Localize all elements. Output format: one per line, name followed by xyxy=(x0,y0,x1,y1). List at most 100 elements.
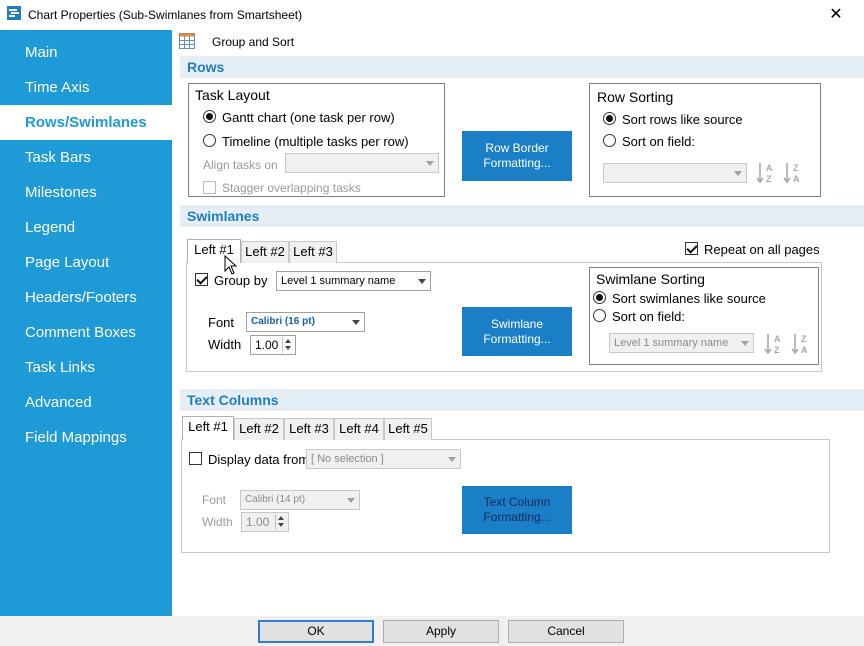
cancel-button[interactable]: Cancel xyxy=(508,620,624,643)
mouse-cursor-icon xyxy=(224,255,238,275)
close-icon[interactable]: ✕ xyxy=(826,4,846,24)
toolbar: Group and Sort xyxy=(172,30,864,54)
swimlane-font-label: Font xyxy=(208,315,235,330)
task-layout-title: Task Layout xyxy=(193,87,272,103)
swimlane-width-stepper[interactable]: 1.00 xyxy=(250,335,296,355)
chevron-down-icon xyxy=(741,341,749,346)
stepper-buttons[interactable] xyxy=(275,514,287,530)
sort-rows-like-source-radio[interactable] xyxy=(603,112,616,125)
swimlane-tab-left-2[interactable]: Left #2 xyxy=(241,241,289,263)
stepper-buttons[interactable] xyxy=(282,337,294,353)
sidebar-item-page-layout[interactable]: Page Layout xyxy=(0,245,172,280)
sidebar-item-label: Comment Boxes xyxy=(25,324,136,341)
svg-text:Z: Z xyxy=(774,345,780,355)
sidebar-item-label: Milestones xyxy=(25,184,97,201)
app-icon xyxy=(7,6,21,20)
sort-swimlanes-on-field-radio[interactable] xyxy=(593,309,606,322)
sidebar-item-milestones[interactable]: Milestones xyxy=(0,175,172,210)
sort-ascending-icon[interactable]: AZ xyxy=(756,161,776,185)
sidebar-item-headers-footers[interactable]: Headers/Footers xyxy=(0,280,172,315)
sidebar-item-label: Page Layout xyxy=(25,254,110,271)
sidebar-item-rows-swimlanes[interactable]: Rows/Swimlanes xyxy=(0,105,172,140)
sidebar-item-advanced[interactable]: Advanced xyxy=(0,385,172,420)
sidebar-item-field-mappings[interactable]: Field Mappings xyxy=(0,420,172,455)
text-col-font-value: Calibri (14 pt) xyxy=(245,494,306,505)
chevron-down-icon xyxy=(352,320,360,325)
group-by-select[interactable]: Level 1 summary name xyxy=(276,271,431,291)
swimlane-width-value: 1.00 xyxy=(255,338,279,352)
sidebar-item-task-links[interactable]: Task Links xyxy=(0,350,172,385)
text-column-formatting-button[interactable]: Text Column Formatting... xyxy=(462,486,572,534)
chevron-down-icon xyxy=(734,171,742,176)
row-sort-field-select[interactable] xyxy=(603,163,747,183)
sort-rows-on-field-label: Sort on field: xyxy=(622,134,695,149)
display-data-from-label: Display data from xyxy=(208,452,310,467)
tab-label: Left #1 xyxy=(188,419,228,434)
sidebar-item-comment-boxes[interactable]: Comment Boxes xyxy=(0,315,172,350)
title-bar: Chart Properties (Sub-Swimlanes from Sma… xyxy=(0,0,864,30)
gantt-radio[interactable] xyxy=(203,110,216,123)
swimlane-sort-field-select[interactable]: Level 1 summary name xyxy=(609,333,754,353)
sidebar-item-label: Rows/Swimlanes xyxy=(25,114,147,131)
svg-text:Z: Z xyxy=(766,174,772,184)
repeat-on-all-pages-checkbox[interactable] xyxy=(685,242,698,255)
sidebar-item-main[interactable]: Main xyxy=(0,35,172,70)
text-col-tab-left-4[interactable]: Left #4 xyxy=(334,418,384,440)
grid-icon[interactable] xyxy=(179,33,195,49)
timeline-radio[interactable] xyxy=(203,134,216,147)
chevron-down-icon xyxy=(418,279,426,284)
sort-swimlanes-like-source-radio[interactable] xyxy=(593,291,606,304)
text-col-width-stepper[interactable]: 1.00 xyxy=(241,512,289,532)
swimlane-formatting-button[interactable]: Swimlane Formatting... xyxy=(462,307,572,356)
swimlane-font-select[interactable]: Calibri (16 pt) xyxy=(246,312,365,332)
swimlane-width-label: Width xyxy=(208,337,242,352)
sort-rows-on-field-radio[interactable] xyxy=(603,134,616,147)
align-tasks-select[interactable] xyxy=(285,153,439,173)
row-sorting-title: Row Sorting xyxy=(595,89,676,105)
group-by-checkbox[interactable] xyxy=(195,273,208,286)
svg-text:A: A xyxy=(801,345,808,355)
swimlane-sort-field-value: Level 1 summary name xyxy=(614,337,729,349)
sidebar-item-legend[interactable]: Legend xyxy=(0,210,172,245)
tab-label: Left #4 xyxy=(339,421,379,436)
sidebar-item-label: Legend xyxy=(25,219,76,236)
svg-text:A: A xyxy=(766,163,773,173)
tab-label: Left #2 xyxy=(239,421,279,436)
display-data-from-select[interactable]: [ No selection ] xyxy=(306,449,461,469)
swimlane-tab-left-3[interactable]: Left #3 xyxy=(289,241,337,263)
stagger-label: Stagger overlapping tasks xyxy=(222,181,361,195)
swimlanes-section-header: Swimlanes xyxy=(180,205,864,227)
svg-text:Z: Z xyxy=(801,334,807,344)
text-col-font-select[interactable]: Calibri (14 pt) xyxy=(240,490,360,510)
text-col-tab-left-3[interactable]: Left #3 xyxy=(284,418,334,440)
sort-descending-icon[interactable]: ZA xyxy=(783,161,803,185)
sort-ascending-icon[interactable]: AZ xyxy=(764,332,784,356)
sidebar-item-task-bars[interactable]: Task Bars xyxy=(0,140,172,175)
text-columns-section-header: Text Columns xyxy=(180,389,864,411)
group-by-label: Group by xyxy=(214,273,268,288)
display-data-from-checkbox[interactable] xyxy=(189,452,202,465)
sort-descending-icon[interactable]: ZA xyxy=(791,332,811,356)
row-border-formatting-button[interactable]: Row Border Formatting... xyxy=(462,131,572,181)
group-and-sort-label[interactable]: Group and Sort xyxy=(212,35,294,49)
ok-button[interactable]: OK xyxy=(258,620,374,643)
sort-swimlanes-on-field-label: Sort on field: xyxy=(612,309,685,324)
sidebar-item-time-axis[interactable]: Time Axis xyxy=(0,70,172,105)
window-title: Chart Properties (Sub-Swimlanes from Sma… xyxy=(28,8,303,22)
chevron-down-icon xyxy=(347,498,355,503)
text-col-tab-left-5[interactable]: Left #5 xyxy=(384,418,432,440)
text-col-tab-left-2[interactable]: Left #2 xyxy=(234,418,284,440)
sort-swimlanes-like-source-label: Sort swimlanes like source xyxy=(612,291,766,306)
sidebar-item-label: Task Bars xyxy=(25,149,91,166)
text-col-width-label: Width xyxy=(202,515,233,529)
swimlane-font-value: Calibri (16 pt) xyxy=(251,316,315,327)
chevron-down-icon xyxy=(448,457,456,462)
repeat-on-all-pages-label: Repeat on all pages xyxy=(704,242,820,257)
stagger-checkbox[interactable] xyxy=(203,181,216,194)
sidebar-item-label: Advanced xyxy=(25,394,92,411)
svg-text:A: A xyxy=(774,334,781,344)
gantt-label: Gantt chart (one task per row) xyxy=(222,110,395,125)
apply-button[interactable]: Apply xyxy=(383,620,499,643)
align-tasks-label: Align tasks on xyxy=(203,158,278,172)
text-col-tab-left-1[interactable]: Left #1 xyxy=(182,416,234,440)
